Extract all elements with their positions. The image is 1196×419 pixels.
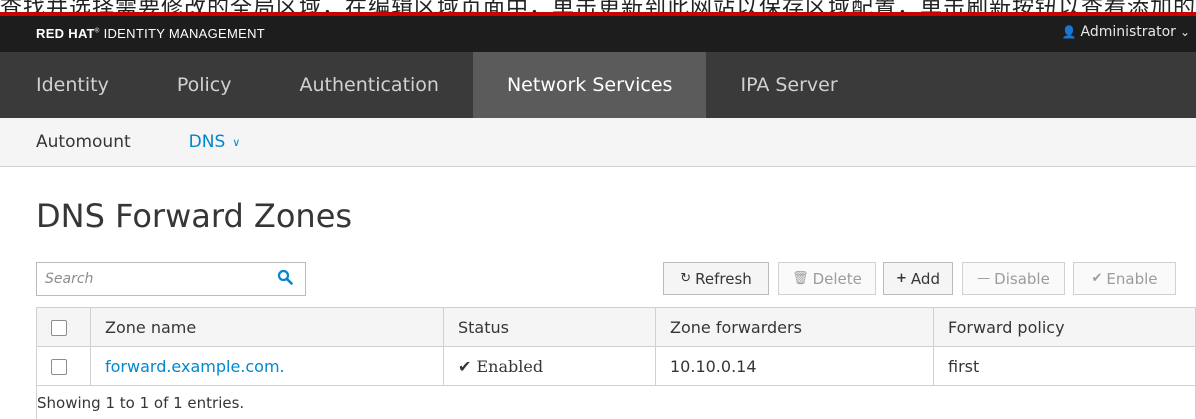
delete-label: Delete	[812, 269, 862, 288]
add-label: Add	[910, 269, 940, 288]
table-row: forward.example.com. ✔ Enabled 10.10.0.1…	[36, 346, 1196, 386]
plus-icon: +	[896, 271, 907, 286]
forwarders-cell: 10.10.0.14	[655, 346, 934, 386]
user-menu[interactable]: 👤 Administrator ⌄	[1062, 24, 1190, 40]
nav-item-identity[interactable]: Identity	[0, 52, 143, 118]
nav-item-policy[interactable]: Policy	[143, 52, 266, 118]
masthead: RED HAT® IDENTITY MANAGEMENT 👤 Administr…	[0, 16, 1196, 52]
enable-label: Enable	[1106, 269, 1158, 288]
table-footer: Showing 1 to 1 of 1 entries.	[36, 386, 1196, 419]
nav-item-authentication[interactable]: Authentication	[265, 52, 472, 118]
minus-icon: —	[977, 271, 991, 286]
add-button[interactable]: + Add	[883, 262, 953, 295]
user-name: Administrator	[1080, 24, 1176, 40]
chevron-down-icon: ∨	[232, 135, 241, 149]
page-title: DNS Forward Zones	[36, 197, 353, 235]
search-box	[36, 262, 306, 296]
brand-name: IDENTITY MANAGEMENT	[103, 26, 266, 41]
disable-button[interactable]: — Disable	[962, 262, 1065, 295]
status-cell: ✔ Enabled	[443, 346, 656, 386]
zone-name-cell: forward.example.com.	[90, 346, 444, 386]
col-status[interactable]: Status	[443, 307, 656, 347]
entries-summary: Showing 1 to 1 of 1 entries.	[37, 394, 245, 412]
main-nav: Identity Policy Authentication Network S…	[0, 52, 1196, 118]
chevron-down-icon: ⌄	[1179, 25, 1190, 39]
table-header-row: Zone name Status Zone forwarders Forward…	[36, 307, 1196, 347]
col-zone-forwarders[interactable]: Zone forwarders	[655, 307, 934, 347]
brand-bold: RED HAT	[36, 26, 95, 41]
row-select-cell	[36, 346, 91, 386]
delete-button[interactable]: 🗑 Delete	[778, 262, 876, 295]
status-text: Enabled	[476, 356, 544, 376]
refresh-label: Refresh	[695, 269, 752, 288]
select-all-checkbox[interactable]	[51, 320, 67, 336]
refresh-button[interactable]: ↻ Refresh	[663, 262, 769, 295]
brand-logo: RED HAT® IDENTITY MANAGEMENT	[36, 26, 266, 41]
policy-cell: first	[933, 346, 1196, 386]
subnav-item-automount[interactable]: Automount	[36, 132, 131, 152]
subnav-dns-label: DNS	[188, 132, 226, 152]
zones-table: Zone name Status Zone forwarders Forward…	[36, 307, 1196, 386]
sub-nav: Automount DNS ∨	[0, 118, 1196, 167]
col-forward-policy[interactable]: Forward policy	[933, 307, 1196, 347]
check-icon: ✔	[458, 356, 472, 376]
nav-item-network-services[interactable]: Network Services	[472, 52, 707, 118]
enable-button[interactable]: ✔ Enable	[1073, 262, 1176, 295]
subnav-item-dns[interactable]: DNS ∨	[189, 132, 241, 152]
check-icon: ✔	[1091, 271, 1103, 286]
col-zone-name[interactable]: Zone name	[90, 307, 444, 347]
row-checkbox[interactable]	[51, 359, 67, 375]
user-icon: 👤	[1061, 25, 1077, 39]
refresh-icon: ↻	[680, 271, 692, 286]
disable-label: Disable	[994, 269, 1050, 288]
zone-link[interactable]: forward.example.com.	[105, 357, 285, 376]
search-input[interactable]	[37, 271, 262, 287]
search-icon[interactable]	[277, 269, 293, 289]
trash-icon: 🗑	[792, 271, 809, 286]
select-all-cell	[36, 307, 91, 347]
nav-item-ipa-server[interactable]: IPA Server	[706, 52, 871, 118]
